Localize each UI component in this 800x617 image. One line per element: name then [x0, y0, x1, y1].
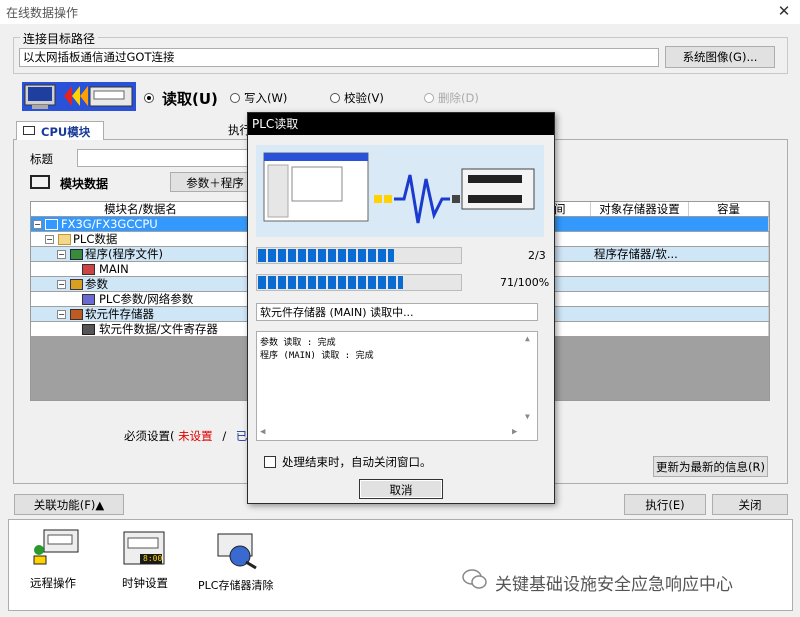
- progress-bar-files: [256, 247, 462, 264]
- tree-row-label: 程序(程序文件): [85, 247, 163, 261]
- dialog-title: PLC读取: [248, 113, 554, 135]
- system-image-button[interactable]: 系统图像(G)...: [665, 46, 775, 68]
- pc-to-plc-transfer-image: [256, 145, 544, 237]
- tree-row-label: PLC数据: [73, 232, 118, 246]
- program-icon: [70, 249, 83, 260]
- device-memory-icon: [70, 309, 83, 320]
- required-label: 必须设置(: [124, 429, 175, 443]
- auto-close-label[interactable]: 处理结束时，自动关闭窗口。: [282, 454, 432, 470]
- col-time[interactable]: 间: [551, 202, 591, 216]
- wechat-logo-icon: [462, 567, 488, 591]
- folder-icon: [58, 234, 71, 245]
- watermark-text: 关键基础设施安全应急响应中心: [495, 575, 733, 595]
- delete-radio[interactable]: [424, 93, 434, 103]
- delete-label[interactable]: 删除(D): [438, 90, 479, 106]
- col-capacity[interactable]: 容量: [689, 202, 769, 216]
- write-label[interactable]: 写入(W): [244, 90, 287, 106]
- tree-row-label: 软元件存储器: [85, 307, 154, 321]
- log-box[interactable]: 参数 读取 : 完成 程序 (MAIN) 读取 : 完成 ▲ ▼ ◀ ▶: [256, 331, 538, 441]
- cpu-module-icon: [23, 126, 35, 135]
- connection-path-field: 以太网插板通信通过GOT连接: [19, 48, 659, 67]
- read-radio[interactable]: [144, 93, 154, 103]
- cancel-button[interactable]: 取消: [359, 479, 443, 499]
- tool-plc-memory-clear[interactable]: [216, 530, 260, 570]
- progress-fill-percent: [258, 276, 403, 289]
- tool-memory-clear-label[interactable]: PLC存储器清除: [198, 577, 273, 593]
- status-line: 软元件存储器 (MAIN) 读取中...: [256, 303, 538, 321]
- clock-readout: 8:00: [143, 554, 163, 563]
- required-tail: 已: [235, 429, 248, 443]
- plc-parameter-icon: [82, 294, 95, 305]
- tool-clock-label[interactable]: 时钟设置: [122, 575, 168, 591]
- window-title: 在线数据操作: [6, 6, 79, 20]
- device-data-icon: [82, 324, 95, 335]
- scroll-up-icon[interactable]: ▲: [525, 334, 535, 343]
- window-titlebar: [0, 0, 800, 24]
- module-data-label: 模块数据: [60, 177, 109, 191]
- tab-cpu-label: CPU模块: [41, 125, 91, 139]
- module-data-icon: [30, 175, 50, 189]
- write-radio[interactable]: [230, 93, 240, 103]
- tree-row-label: PLC参数/网络参数: [99, 292, 194, 306]
- tree-row-storage: 程序存储器/软...: [594, 247, 678, 261]
- tree-row-label: 软元件数据/文件寄存器: [99, 322, 218, 336]
- tool-remote-label[interactable]: 远程操作: [30, 575, 76, 591]
- title-label: 标题: [30, 152, 53, 166]
- scroll-down-icon[interactable]: ▼: [525, 412, 535, 421]
- verify-radio[interactable]: [330, 93, 340, 103]
- col-storage[interactable]: 对象存储器设置: [591, 202, 689, 216]
- auto-close-checkbox[interactable]: [264, 456, 276, 468]
- tab-cpu-module[interactable]: CPU模块: [16, 121, 104, 140]
- tool-clock-setting[interactable]: 8:00: [122, 530, 168, 568]
- progress-bar-percent: [256, 274, 462, 291]
- close-icon[interactable]: ✕: [775, 2, 793, 20]
- tree-row-label: MAIN: [99, 262, 129, 276]
- verify-label[interactable]: 校验(V): [344, 90, 384, 106]
- connection-group-label: 连接目标路径: [20, 30, 99, 47]
- connection-route-icon: [22, 82, 136, 111]
- scroll-left-icon[interactable]: ◀: [260, 427, 265, 437]
- cpu-icon: [45, 219, 58, 230]
- refresh-info-button[interactable]: 更新为最新的信息(R): [653, 456, 768, 477]
- related-functions-button[interactable]: 关联功能(F)▲: [14, 494, 124, 515]
- parameter-icon: [70, 279, 83, 290]
- log-line: 程序 (MAIN) 读取 : 完成: [260, 351, 374, 361]
- required-separator: /: [222, 429, 227, 443]
- scroll-right-icon[interactable]: ▶: [512, 427, 517, 437]
- log-line: 参数 读取 : 完成: [260, 338, 336, 348]
- plc-memory-clear-icon: [217, 533, 257, 570]
- title-input[interactable]: [77, 149, 257, 167]
- tree-row-label: FX3G/FX3GCCPU: [61, 217, 158, 231]
- unset-status: 未设置: [178, 429, 213, 443]
- tool-remote-operation[interactable]: [30, 528, 82, 568]
- required-settings-line: 必须设置( 未设置 / 已: [124, 428, 247, 444]
- progress-files-text: 2/3: [528, 249, 546, 262]
- progress-fill-files: [258, 249, 394, 262]
- col-module-name[interactable]: 模块名/数据名: [31, 202, 251, 216]
- program-file-icon: [82, 264, 95, 275]
- plc-read-dialog: PLC读取 2/3 71/100% 软元件存储器 (MAIN) 读取中... 参…: [247, 112, 555, 504]
- close-button[interactable]: 关闭: [712, 494, 788, 515]
- tree-row-label: 参数: [85, 277, 108, 291]
- read-label[interactable]: 读取(U): [162, 88, 218, 109]
- execute-button[interactable]: 执行(E): [624, 494, 706, 515]
- remote-operation-icon: [33, 529, 79, 565]
- progress-percent-text: 71/100%: [500, 276, 550, 289]
